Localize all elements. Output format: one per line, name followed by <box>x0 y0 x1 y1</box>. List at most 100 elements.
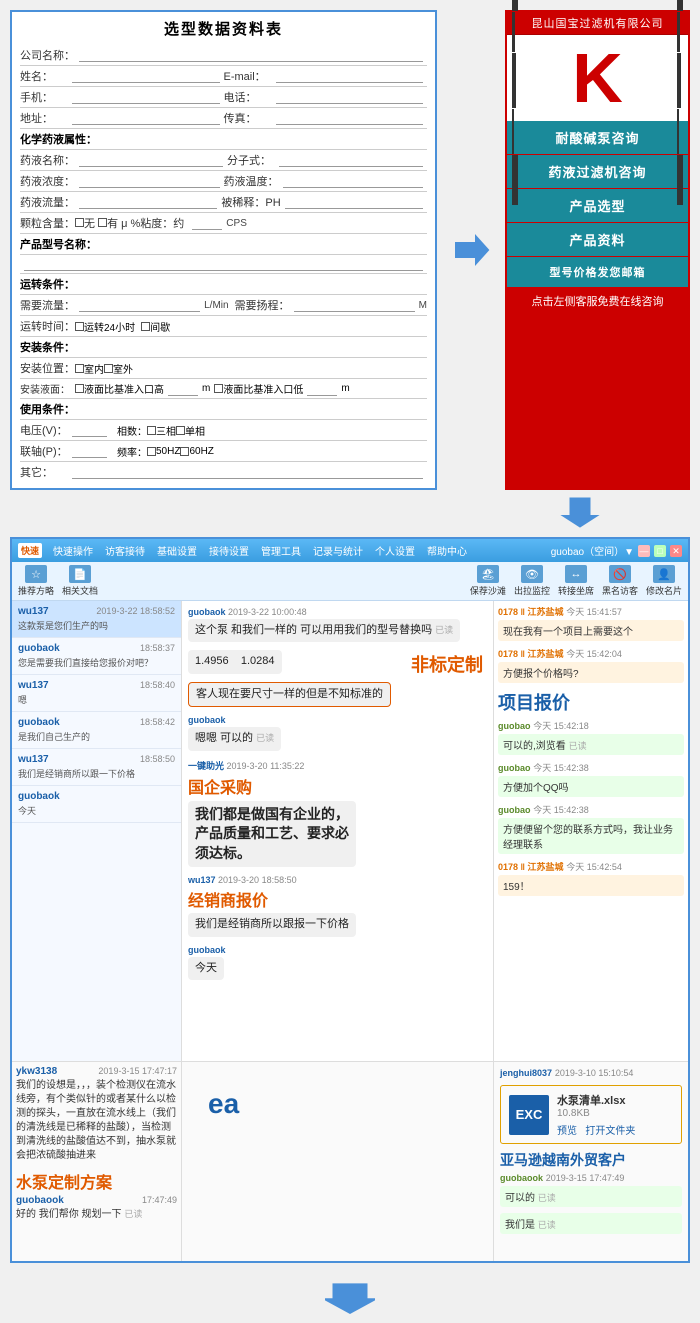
conv-name: guobaok <box>18 791 60 802</box>
nav-personal[interactable]: 个人设置 <box>370 542 420 559</box>
cb-three-phase[interactable] <box>147 426 156 435</box>
chat-main-area: wu137 2019-3-22 18:58:52 这款泵是您们生产的吗 guob… <box>12 601 688 1061</box>
conv-item-wu137-2[interactable]: wu137 18:58:40 嗯 <box>12 675 181 712</box>
file-card: EXC 水泵清单.xlsx 10.8KB 预览 打开文件夹 <box>500 1085 682 1144</box>
annotation-pump-plan: 水泵定制方案 <box>16 1169 177 1193</box>
msg-bubble: 这个泵 和我们一样的 可以用用我们的型号替换吗 已读 <box>188 619 460 642</box>
nav-service[interactable]: 接待设置 <box>204 542 254 559</box>
nav-manage[interactable]: 管理工具 <box>256 542 306 559</box>
company-name: 昆山国宝过滤机有限公司 <box>507 12 688 35</box>
label-freq: 频率： <box>117 444 147 459</box>
value-flow[interactable] <box>79 195 217 209</box>
cb-60hz[interactable] <box>180 447 189 456</box>
value-email[interactable] <box>276 69 424 83</box>
rp-bubble: 159！ <box>498 875 684 896</box>
unit-cps: CPS <box>226 218 247 229</box>
rp-time: 今天 15:41:57 <box>566 607 622 617</box>
arrow-down-to-chat <box>0 494 700 529</box>
form-row-addr-fax: 地址： 传真： <box>20 108 427 129</box>
value-other[interactable] <box>72 465 423 479</box>
conv-item-wu137-3[interactable]: wu137 18:58:50 我们是经销商所以跟一下价格 <box>12 749 181 786</box>
rp-time: 今天 15:42:54 <box>566 862 622 872</box>
form-row-chem3: 药液流量： 被稀释：PH <box>20 192 427 213</box>
value-level-high[interactable] <box>168 382 198 396</box>
msg-time: 2019-3-22 10:00:48 <box>228 607 307 617</box>
company-btn-price[interactable]: 型号价格发您邮箱 <box>507 257 688 287</box>
value-level-low[interactable] <box>307 382 337 396</box>
win-min-btn[interactable]: — <box>638 545 650 557</box>
cb-level-high[interactable] <box>75 384 84 393</box>
conv-item-guobaok[interactable]: guobaok 18:58:37 您是需要我们直接给您报价对吧？ <box>12 638 181 675</box>
value-liquid-name[interactable] <box>79 153 223 167</box>
conv-item-guobaok3[interactable]: guobaok 今天 <box>12 786 181 823</box>
toolbar-monitor[interactable]: 👁 出拉监控 <box>514 565 550 597</box>
bottom-arrow <box>0 1273 700 1323</box>
company-btn-select[interactable]: 产品选型 <box>507 189 688 222</box>
value-concentration[interactable] <box>79 174 220 188</box>
label-particle: 颗粒含量：无 有 μ % <box>20 215 140 231</box>
nav-quick-op[interactable]: 快速操作 <box>48 542 98 559</box>
value-phone[interactable] <box>72 90 220 104</box>
cb-outdoor[interactable] <box>104 364 113 373</box>
value-ph[interactable] <box>285 195 423 209</box>
chat-header: 快速 快速操作 访客接待 基础设置 接待设置 管理工具 记录与统计 个人设置 帮… <box>12 539 688 562</box>
unit-m-high: m <box>202 383 210 394</box>
rp-name: 0178 ‖ 江苏盐城 <box>498 862 564 872</box>
rp-name: guobao <box>498 763 531 773</box>
label-flow-need: 需要流量： <box>20 297 75 313</box>
label-indoor: 室内 <box>84 361 104 376</box>
toolbar-icon-monitor: 👁 <box>521 565 543 583</box>
msg-bubble-jxs: 我们是经销商所以跟报一下价格 <box>188 913 356 936</box>
value-head[interactable] <box>294 298 415 312</box>
value-addr[interactable] <box>72 111 220 125</box>
rp-name: 0178 ‖ 江苏盐城 <box>498 649 564 659</box>
value-voltage[interactable] <box>72 423 107 437</box>
company-k-letter: K <box>572 43 623 113</box>
value-name[interactable] <box>72 69 220 83</box>
toolbar-recommend[interactable]: ☆ 推荐方略 <box>18 565 54 597</box>
form-row-install1: 安装位置： 室内 室外 <box>20 358 427 379</box>
nav-basic[interactable]: 基础设置 <box>152 542 202 559</box>
rp-time: 今天 15:42:38 <box>533 763 589 773</box>
value-formula[interactable] <box>279 153 423 167</box>
cb-level-low[interactable] <box>214 384 223 393</box>
label-monitor: 出拉监控 <box>514 584 550 597</box>
value-product-model[interactable] <box>24 257 423 271</box>
cb-interval[interactable] <box>141 322 150 331</box>
cb-single-phase[interactable] <box>176 426 185 435</box>
value-flow-need[interactable] <box>79 298 200 312</box>
win-close-btn[interactable]: ✕ <box>670 545 682 557</box>
label-company: 公司名称： <box>20 47 75 63</box>
value-coupling[interactable] <box>72 444 107 458</box>
nav-records[interactable]: 记录与统计 <box>308 542 368 559</box>
nav-visitor[interactable]: 访客接待 <box>100 542 150 559</box>
toolbar-blacklist[interactable]: 🚫 黑名访客 <box>602 565 638 597</box>
toolbar-docs[interactable]: 📄 相关文档 <box>62 565 98 597</box>
file-actions[interactable]: 预览 打开文件夹 <box>557 1122 635 1137</box>
rp-msg-read2: 我们是 已读 <box>500 1213 682 1234</box>
value-fax[interactable] <box>276 111 424 125</box>
company-btn-filter[interactable]: 药液过滤机咨询 <box>507 155 688 188</box>
toolbar-transfer[interactable]: ↔ 转接坐席 <box>558 565 594 597</box>
cb-24h[interactable] <box>75 322 84 331</box>
conv-item-wu137-1[interactable]: wu137 2019-3-22 18:58:52 这款泵是您们生产的吗 <box>12 601 181 638</box>
msg-time: 2019-3-20 11:35:22 <box>227 761 305 771</box>
conv-msg: 我们是经销商所以跟一下价格 <box>18 767 175 780</box>
rp-name: 0178 ‖ 江苏盐城 <box>498 607 564 617</box>
value-viscosity[interactable] <box>192 216 222 230</box>
conv-item-guobaok2[interactable]: guobaok 18:58:42 是我们自己生产的 <box>12 712 181 749</box>
label-60hz: 60HZ <box>189 446 213 457</box>
cb-50hz[interactable] <box>147 447 156 456</box>
win-max-btn[interactable]: □ <box>654 545 666 557</box>
company-btn-pump[interactable]: 耐酸碱泵咨询 <box>507 121 688 154</box>
company-btn-docs[interactable]: 产品资料 <box>507 223 688 256</box>
cb-indoor[interactable] <box>75 364 84 373</box>
barcode-left <box>512 0 518 205</box>
chat-window: 快速 快速操作 访客接待 基础设置 接待设置 管理工具 记录与统计 个人设置 帮… <box>10 537 690 1263</box>
value-company[interactable] <box>79 48 423 62</box>
toolbar-sandbox[interactable]: 🏖 保荐沙滩 <box>470 565 506 597</box>
value-temp[interactable] <box>283 174 424 188</box>
value-tel[interactable] <box>276 90 424 104</box>
nav-help[interactable]: 帮助中心 <box>422 542 472 559</box>
toolbar-profile[interactable]: 👤 修改名片 <box>646 565 682 597</box>
